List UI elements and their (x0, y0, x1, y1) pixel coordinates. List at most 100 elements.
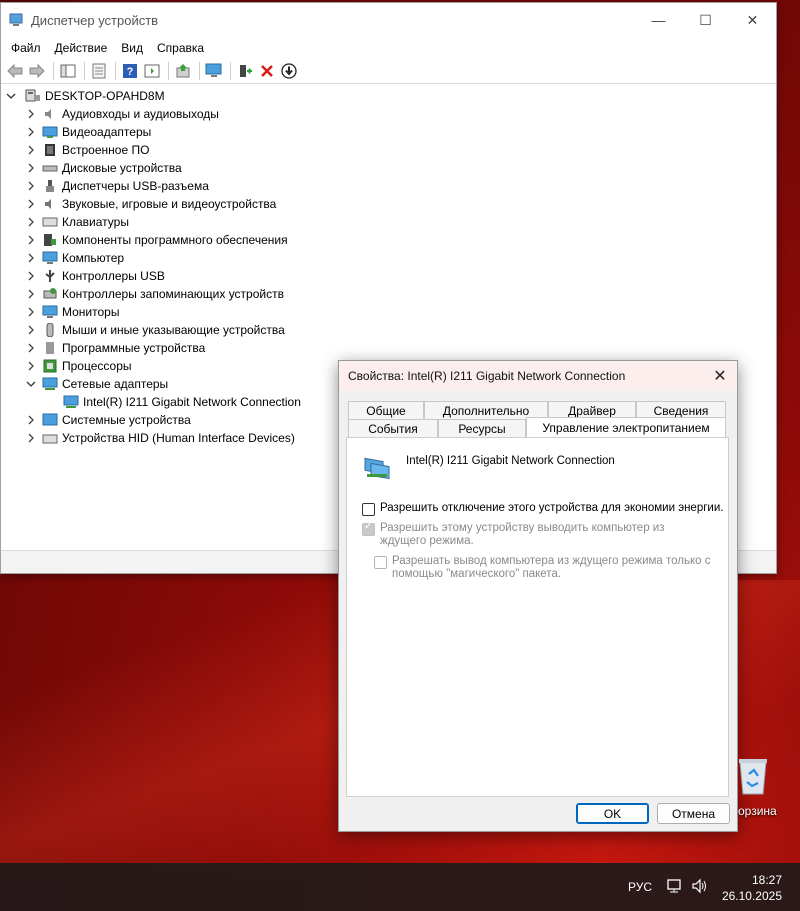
dialog-title-bar[interactable]: Свойства: Intel(R) I211 Gigabit Network … (339, 361, 737, 391)
magic-packet-checkbox (374, 556, 387, 569)
tree-category-2[interactable]: Встроенное ПО (1, 141, 776, 159)
svg-text:?: ? (126, 66, 133, 78)
chevron-right-icon[interactable] (25, 342, 37, 354)
menu-help[interactable]: Справка (150, 37, 211, 59)
chevron-right-icon[interactable] (25, 144, 37, 156)
menu-view[interactable]: Вид (114, 37, 150, 59)
menu-action[interactable]: Действие (48, 37, 115, 59)
chevron-right-icon[interactable] (25, 306, 37, 318)
scan-hardware-icon[interactable] (204, 62, 223, 81)
tree-category-12[interactable]: Мыши и иные указывающие устройства (1, 321, 776, 339)
tab-row-front: События Ресурсы Управление электропитани… (348, 417, 726, 437)
tree-category-8[interactable]: Компьютер (1, 249, 776, 267)
allow-power-off-checkbox[interactable] (362, 503, 375, 516)
tree-category-label: Дисковые устройства (62, 161, 182, 175)
tree-category-label: Контроллеры USB (62, 269, 165, 283)
chevron-right-icon[interactable] (25, 216, 37, 228)
forward-arrow-icon[interactable] (27, 62, 46, 81)
tab-general[interactable]: Общие (348, 401, 424, 419)
update-driver-icon[interactable] (173, 62, 192, 81)
toolbar: ? (1, 59, 776, 84)
speaker-icon (42, 107, 58, 121)
tree-category-label: Встроенное ПО (62, 143, 150, 157)
tree-category-label: Аудиовходы и аудиовыходы (62, 107, 219, 121)
chevron-right-icon[interactable] (25, 198, 37, 210)
computer-icon (42, 251, 58, 265)
chevron-right-icon[interactable] (25, 324, 37, 336)
chevron-right-icon[interactable] (25, 162, 37, 174)
dialog-close-icon[interactable]: ✕ (711, 367, 729, 385)
tree-category-11[interactable]: Мониторы (1, 303, 776, 321)
back-arrow-icon[interactable] (5, 62, 24, 81)
cancel-button[interactable]: Отмена (657, 803, 730, 824)
tree-category-13[interactable]: Программные устройства (1, 339, 776, 357)
maximize-button[interactable]: ☐ (682, 3, 729, 37)
taskbar: РУС 18:27 26.10.2025 (0, 863, 800, 911)
volume-tray-icon[interactable] (691, 877, 709, 895)
clock-time: 18:27 (751, 873, 782, 887)
tree-category-3[interactable]: Дисковые устройства (1, 159, 776, 177)
tree-category-6[interactable]: Клавиатуры (1, 213, 776, 231)
chevron-right-icon[interactable] (25, 270, 37, 282)
magic-packet-row: Разрешать вывод компьютера из ждущего ре… (374, 555, 714, 581)
network-adapter-icon (363, 452, 393, 483)
tree-category-label: Сетевые адаптеры (62, 377, 169, 391)
language-indicator[interactable]: РУС (628, 880, 652, 894)
device-manager-icon (9, 12, 25, 28)
tree-category-label: Процессоры (62, 359, 132, 373)
chevron-right-icon[interactable] (25, 288, 37, 300)
menu-file[interactable]: Файл (4, 37, 48, 59)
tab-power-management[interactable]: Управление электропитанием (526, 417, 726, 437)
firmware-icon (42, 143, 58, 157)
recycle-bin-icon[interactable] (735, 756, 771, 796)
usb-icon (42, 269, 58, 283)
chevron-right-icon[interactable] (25, 414, 37, 426)
minimize-button[interactable]: — (635, 3, 682, 37)
chevron-right-icon[interactable] (25, 108, 37, 120)
ok-button[interactable]: OK (576, 803, 649, 824)
network-adapter-icon (42, 377, 58, 391)
chevron-right-icon[interactable] (25, 234, 37, 246)
tree-category-label: Компоненты программного обеспечения (62, 233, 288, 247)
magic-packet-label: Разрешать вывод компьютера из ждущего ре… (392, 555, 711, 580)
allow-power-off-row[interactable]: Разрешить отключение этого устройства дл… (362, 502, 723, 516)
toolbar-separator (230, 62, 231, 80)
tree-root[interactable]: DESKTOP-OPAHD8M (1, 87, 776, 105)
tree-category-4[interactable]: Диспетчеры USB-разъема (1, 177, 776, 195)
chevron-down-icon[interactable] (5, 90, 17, 102)
uninstall-x-icon[interactable] (257, 62, 276, 81)
processor-icon (42, 359, 58, 373)
add-driver-icon[interactable] (235, 62, 254, 81)
console-tree-icon[interactable] (58, 62, 77, 81)
tree-category-7[interactable]: Компоненты программного обеспечения (1, 231, 776, 249)
network-adapter-icon (63, 395, 79, 409)
menu-bar: Файл Действие Вид Справка (1, 37, 776, 59)
tree-category-label: Видеоадаптеры (62, 125, 152, 139)
tree-category-0[interactable]: Аудиовходы и аудиовыходы (1, 105, 776, 123)
chevron-right-icon[interactable] (25, 180, 37, 192)
clock[interactable]: 18:27 26.10.2025 (722, 872, 782, 904)
tab-resources[interactable]: Ресурсы (438, 419, 526, 437)
properties-icon[interactable] (89, 62, 108, 81)
tree-category-label: Контроллеры запоминающих устройств (62, 287, 284, 301)
tree-category-5[interactable]: Звуковые, игровые и видеоустройства (1, 195, 776, 213)
help-icon[interactable]: ? (120, 62, 139, 81)
chevron-right-icon[interactable] (25, 360, 37, 372)
tab-events[interactable]: События (348, 419, 438, 437)
tree-category-label: Устройства HID (Human Interface Devices) (62, 431, 295, 445)
tree-category-label: Клавиатуры (62, 215, 129, 229)
view-icon[interactable] (142, 62, 161, 81)
tree-category-9[interactable]: Контроллеры USB (1, 267, 776, 285)
toolbar-separator (168, 62, 169, 80)
tree-category-1[interactable]: Видеоадаптеры (1, 123, 776, 141)
disable-device-icon[interactable] (279, 62, 298, 81)
tree-category-10[interactable]: Контроллеры запоминающих устройств (1, 285, 776, 303)
tree-category-label: Диспетчеры USB-разъема (62, 179, 209, 193)
title-bar[interactable]: Диспетчер устройств — ☐ ✕ (1, 3, 776, 37)
close-button[interactable]: ✕ (729, 3, 776, 37)
chevron-right-icon[interactable] (25, 252, 37, 264)
chevron-right-icon[interactable] (25, 126, 37, 138)
chevron-right-icon[interactable] (25, 432, 37, 444)
network-tray-icon[interactable] (666, 877, 684, 895)
chevron-down-icon[interactable] (25, 378, 37, 390)
